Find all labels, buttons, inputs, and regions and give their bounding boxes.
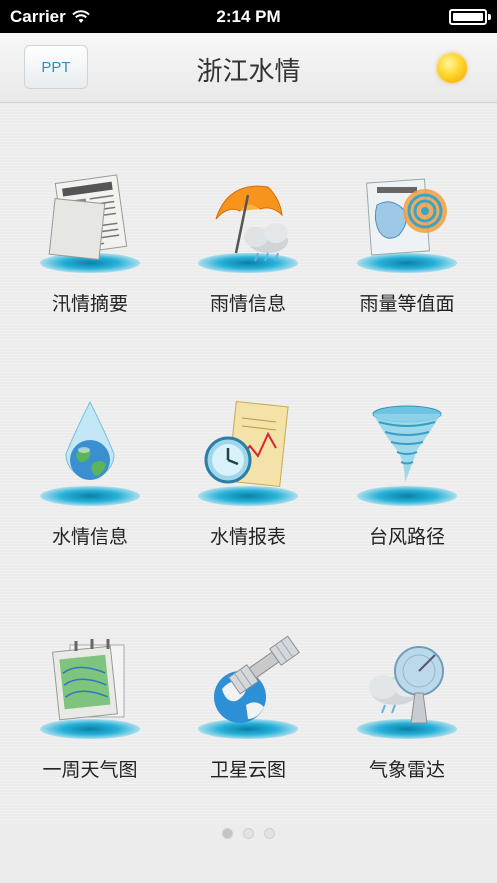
tile-label: 水情报表 [209, 526, 286, 548]
sun-icon[interactable] [437, 53, 467, 83]
satellite-icon [188, 631, 308, 741]
tile-satellite-cloud[interactable]: 卫星云图 [178, 631, 318, 831]
tile-label: 卫星云图 [209, 759, 286, 781]
page-title: 浙江水情 [196, 57, 301, 87]
newspaper-icon [30, 165, 150, 275]
tile-label: 一周天气图 [42, 759, 138, 781]
battery-icon [449, 9, 491, 25]
typhoon-icon [347, 398, 467, 508]
tile-label: 汛情摘要 [51, 293, 128, 315]
page-dot[interactable] [243, 828, 254, 839]
tile-water-info[interactable]: 水情信息 [20, 398, 160, 598]
tile-label: 水情信息 [51, 526, 128, 548]
tile-typhoon-path[interactable]: 台风路径 [337, 398, 477, 598]
page-control[interactable] [0, 828, 497, 839]
status-bar: Carrier 2:14 PM [0, 0, 497, 33]
navigation-bar: PPT 浙江水情 [0, 33, 497, 103]
tile-label: 雨情信息 [209, 293, 286, 315]
radar-dish-icon [347, 631, 467, 741]
tile-flood-summary[interactable]: 汛情摘要 [20, 165, 160, 365]
page-dot[interactable] [222, 828, 233, 839]
status-time: 2:14 PM [216, 7, 281, 26]
report-clock-icon [188, 398, 308, 508]
water-drop-globe-icon [30, 398, 150, 508]
tile-weekly-weather[interactable]: 一周天气图 [20, 631, 160, 831]
rainfall-contour-icon [347, 165, 467, 275]
tile-water-report[interactable]: 水情报表 [178, 398, 318, 598]
weather-calendar-icon [30, 631, 150, 741]
tile-weather-radar[interactable]: 气象雷达 [337, 631, 477, 831]
tile-rainfall-contour[interactable]: 雨量等值面 [337, 165, 477, 365]
page-dot[interactable] [264, 828, 275, 839]
tile-label: 雨量等值面 [359, 293, 455, 315]
tile-rain-info[interactable]: 雨情信息 [178, 165, 318, 365]
tile-label: 气象雷达 [368, 759, 445, 781]
tile-label: 台风路径 [368, 526, 445, 548]
umbrella-cloud-icon [188, 165, 308, 275]
menu-grid: 汛情摘要 雨情信息 雨量等值面 水情信息 水情报表 台风路径 一周天气图 卫星云… [0, 103, 497, 823]
